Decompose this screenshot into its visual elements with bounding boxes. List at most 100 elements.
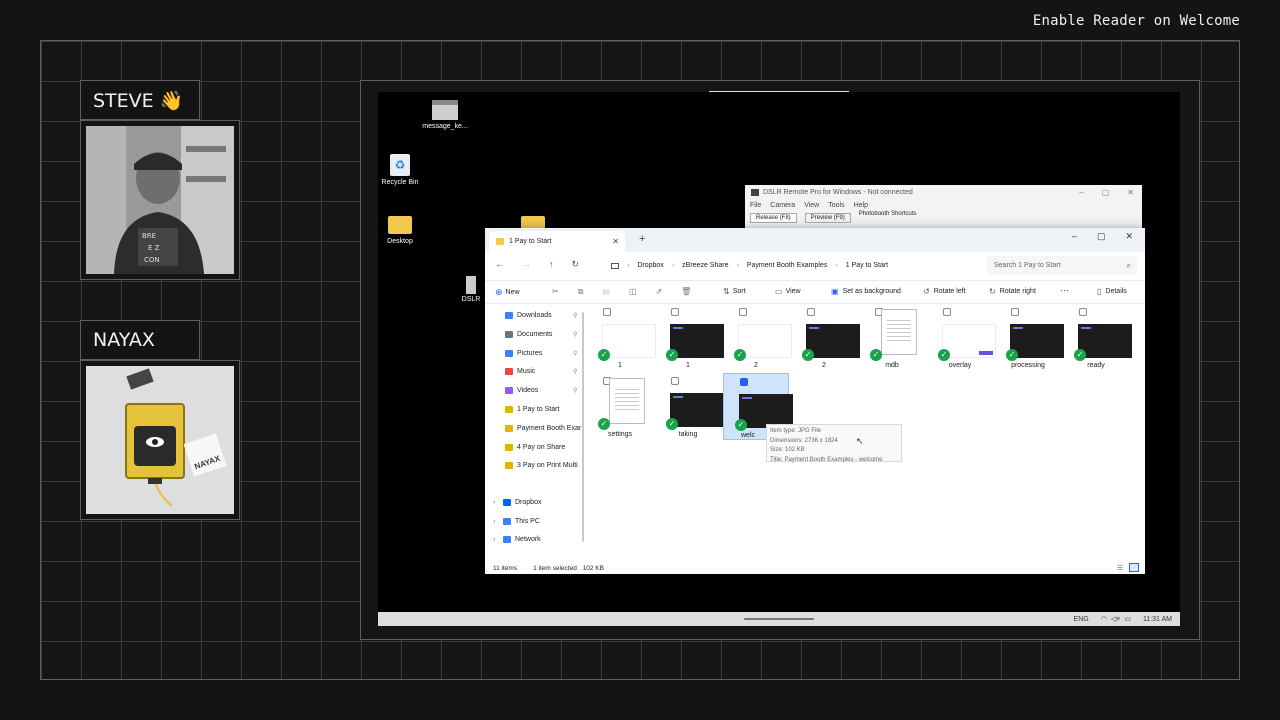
file-item[interactable]: ✓ overlay [927,304,996,371]
file-checkbox[interactable] [1011,308,1019,316]
tab-1-pay-to-start[interactable]: 1 Pay to Start ✕ [489,231,625,252]
file-item[interactable]: ✓ mdb [859,304,925,371]
pin-icon[interactable]: ⚲ [573,368,577,375]
pin-icon[interactable]: ⚲ [573,331,577,338]
file-item[interactable]: ✓ taking [655,373,724,440]
more-options-icon[interactable]: ··· [1060,285,1069,295]
menu-view[interactable]: View [804,202,819,209]
sidebar-root-item[interactable]: › This PC [493,518,540,525]
file-item[interactable]: ✓ 2 [791,304,860,371]
refresh-icon[interactable]: ↻ [572,259,580,270]
desktop-icon-dslr[interactable]: DSLR [456,276,486,303]
file-checkbox[interactable] [943,308,951,316]
set-as-background-button[interactable]: ▣ Set as background [831,287,901,296]
cut-icon[interactable]: ✂ [552,287,559,297]
new-button[interactable]: ⊕ New [495,287,520,298]
file-checkbox[interactable] [740,378,748,386]
pin-icon[interactable]: ⚲ [573,350,577,357]
desktop-icon-message[interactable]: message_ke... [420,100,470,130]
synced-check-icon: ✓ [666,418,678,430]
sidebar-item[interactable]: 1 Pay to Start [505,406,559,413]
sidebar-item[interactable]: Pictures ⚲ [505,350,577,357]
breadcrumb-1-pay-to-start[interactable]: 1 Pay to Start [846,262,888,269]
dslr-remote-window[interactable]: DSLR Remote Pro for Windows - Not connec… [745,185,1142,230]
sidebar-item[interactable]: Videos ⚲ [505,387,577,394]
taskbar-handle[interactable] [744,618,814,620]
file-checkbox[interactable] [1079,308,1087,316]
sort-button[interactable]: ⇅ Sort [723,287,746,296]
menu-file[interactable]: File [750,202,761,209]
sidebar-item[interactable]: 4 Pay on Share [505,444,565,451]
file-item[interactable]: ✓ 2 [723,304,792,371]
close-tab-icon[interactable]: ✕ [612,237,619,246]
view-button[interactable]: ▭ View [775,287,801,296]
tooltip-title: Title: Payment Booth Examples - welcome [770,456,883,463]
file-item[interactable]: ✓ settings [587,373,653,440]
minimize-icon[interactable]: – [1072,231,1077,242]
breadcrumb-payment-booth-examples[interactable]: Payment Booth Examples [747,262,828,269]
sidebar-item[interactable]: Documents ⚲ [505,331,577,338]
file-explorer-window[interactable]: 1 Pay to Start ✕ + – ▢ ✕ ← → ↑ ↻ › Dropb… [485,228,1145,574]
breadcrumb[interactable]: › Dropbox › zBreeze Share › Payment Boot… [605,256,981,275]
rotate-right-button[interactable]: ↻ Rotate right [989,287,1036,296]
file-item[interactable]: ✓ processing [995,304,1064,371]
paste-icon[interactable]: ▤ [602,287,610,297]
sidebar-item[interactable]: 3 Pay on Print Multi [505,462,578,469]
copy-icon[interactable]: ⧉ [578,287,584,297]
close-icon[interactable]: ✕ [1127,188,1134,197]
chevron-right-icon[interactable]: › [493,499,499,506]
details-label: Details [1105,288,1127,295]
pin-icon[interactable]: ⚲ [573,312,577,319]
menu-camera[interactable]: Camera [770,202,795,209]
delete-icon[interactable]: 🗑 [681,287,691,297]
menu-help[interactable]: Help [854,202,868,209]
tab-preview[interactable]: Preview (F9) [804,213,851,223]
maximize-icon[interactable]: ▢ [1102,188,1110,197]
sidebar-item-label: Downloads [517,312,552,319]
clock[interactable]: 11:31 AM [1143,616,1172,623]
search-input[interactable]: Search 1 Pay to Start ⌕ [987,256,1137,275]
tab-release[interactable]: Release (F8) [750,213,797,223]
new-label: New [505,289,520,296]
maximize-icon[interactable]: ▢ [1097,231,1106,242]
camera-icon [751,188,759,196]
share-icon[interactable]: ⇗ [656,287,663,297]
rotate-left-button[interactable]: ↺ Rotate left [923,287,966,296]
desktop-icon-desktop[interactable]: Desktop [378,216,425,245]
menu-tools[interactable]: Tools [828,202,844,209]
file-checkbox[interactable] [671,377,679,385]
file-checkbox[interactable] [739,308,747,316]
file-checkbox[interactable] [603,308,611,316]
sidebar-item[interactable]: Music ⚲ [505,368,577,375]
breadcrumb-dropbox[interactable]: Dropbox [637,262,663,269]
sidebar-root-item[interactable]: › Dropbox [489,495,581,511]
sidebar-root-item[interactable]: › Network [493,536,541,543]
pin-icon[interactable]: ⚲ [573,387,577,394]
nav-scrollbar[interactable] [582,312,584,542]
minimize-icon[interactable]: – [1079,188,1083,197]
synced-check-icon: ✓ [1074,349,1086,361]
back-arrow-icon[interactable]: ← [495,259,504,270]
chevron-right-icon[interactable]: › [493,536,499,543]
windows-taskbar: ENG ◠ ◁× ▭ 11:31 AM [378,612,1180,626]
grid-view-icon[interactable] [1129,563,1139,572]
language-indicator[interactable]: ENG [1074,616,1089,623]
sidebar-item[interactable]: Payment Booth Exar [505,425,581,432]
desktop-icon-recycle-bin[interactable]: ♻ Recycle Bin [378,154,425,186]
sidebar-item[interactable]: Downloads ⚲ [505,312,577,319]
list-view-icon[interactable]: ☰ [1117,564,1123,572]
close-icon[interactable]: ✕ [1125,231,1133,242]
chevron-right-icon[interactable]: › [493,518,499,525]
tray-icons[interactable]: ◠ ◁× ▭ [1101,615,1131,623]
forward-arrow-icon[interactable]: → [522,259,531,270]
file-checkbox[interactable] [807,308,815,316]
rename-icon[interactable]: ◫ [629,287,637,297]
up-arrow-icon[interactable]: ↑ [549,259,554,270]
file-item[interactable]: ✓ 1 [587,304,656,371]
breadcrumb-zbreeze-share[interactable]: zBreeze Share [682,262,728,269]
file-item[interactable]: ✓ 1 [655,304,724,371]
file-checkbox[interactable] [671,308,679,316]
file-item[interactable]: ✓ ready [1063,304,1132,371]
new-tab-icon[interactable]: + [639,233,645,245]
details-button[interactable]: ▯ Details [1097,287,1127,296]
